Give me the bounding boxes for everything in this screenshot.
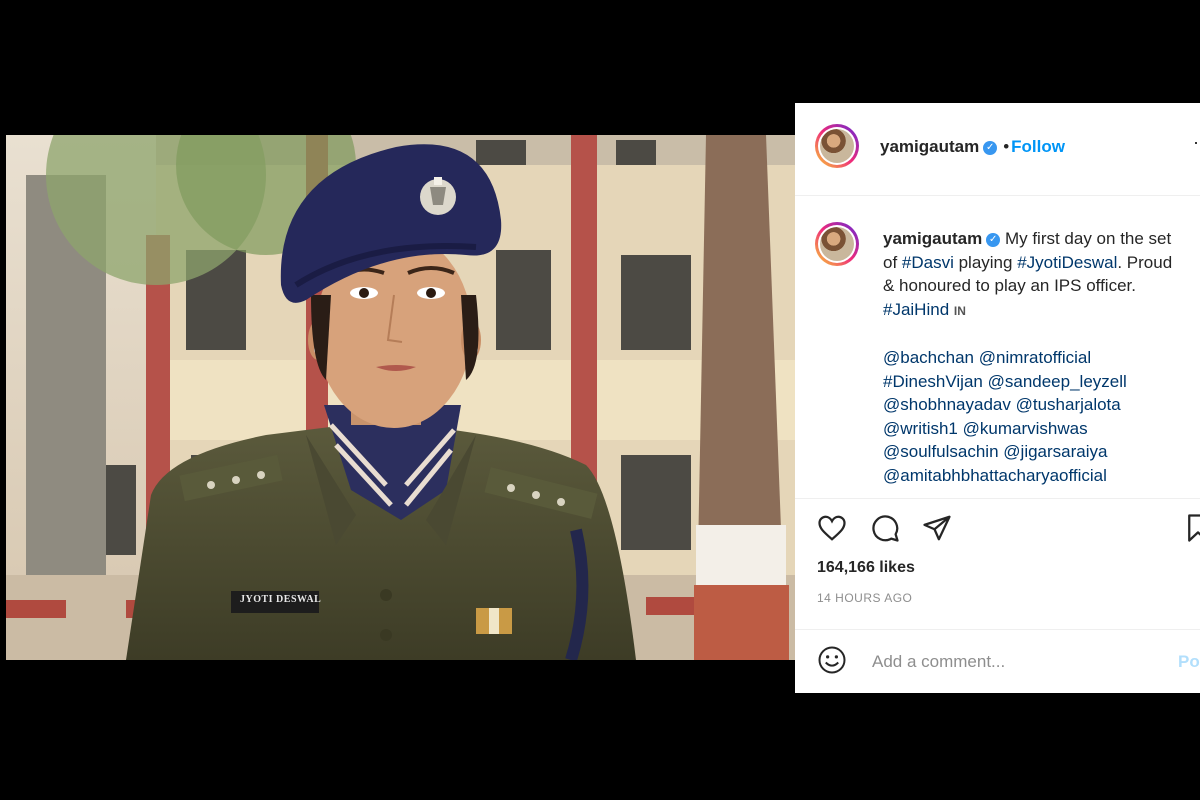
add-comment-bar: Po — [795, 629, 1200, 693]
caption-username-link[interactable]: yamigautam — [883, 229, 982, 248]
separator-dot: • — [1003, 137, 1010, 156]
avatar[interactable] — [815, 222, 859, 266]
mention-link[interactable]: @bachchan — [883, 348, 974, 367]
mention-link[interactable]: @amitabhbhattacharyaofficial — [883, 466, 1107, 485]
avatar[interactable] — [815, 124, 859, 168]
more-icon[interactable]: ⋯ — [1193, 133, 1200, 154]
verified-badge-icon: ✓ — [986, 232, 1001, 247]
verified-badge-icon: ✓ — [983, 140, 998, 155]
username-link[interactable]: yamigautam — [880, 137, 979, 156]
follow-button[interactable]: Follow — [1011, 137, 1065, 156]
flag-emoji: IN — [953, 303, 966, 318]
mention-link[interactable]: @kumarvishwas — [963, 419, 1088, 438]
share-icon[interactable] — [922, 513, 952, 543]
post-image[interactable]: JYOTI DESWAL — [6, 135, 795, 660]
name-badge-text: JYOTI DESWAL — [240, 594, 322, 605]
bookmark-icon[interactable] — [1183, 513, 1200, 543]
mentions-list: @bachchan @nimratofficial #DineshVijan @… — [883, 346, 1183, 487]
emoji-icon[interactable] — [817, 645, 847, 675]
mention-link[interactable]: #DineshVijan — [883, 372, 983, 391]
likes-count[interactable]: 164,166 likes — [817, 559, 915, 577]
caption-text-2: playing — [953, 252, 1018, 272]
mention-link[interactable]: @soulfulsachin — [883, 442, 999, 461]
post-header: yamigautam ✓ •Follow ⋯ — [795, 103, 1200, 196]
comment-input[interactable] — [870, 648, 1174, 676]
post-photo-illustration — [6, 135, 795, 660]
hashtag-dasvi[interactable]: #Dasvi — [902, 253, 954, 272]
comment-icon[interactable] — [870, 513, 900, 543]
post-caption: yamigautam ✓ My first day on the set of #… — [883, 227, 1183, 487]
post-timestamp[interactable]: 14 HOURS AGO — [817, 591, 912, 605]
mention-link[interactable]: @sandeep_leyzell — [988, 372, 1127, 391]
mention-link[interactable]: @shobhnayadav — [883, 395, 1011, 414]
action-bar — [795, 499, 1200, 549]
post-side-panel: yamigautam✓•Follow ⋯ yamigautam✓ My firs… — [795, 103, 1200, 693]
heart-icon[interactable] — [817, 513, 847, 543]
mention-link[interactable]: @tusharjalota — [1016, 395, 1121, 414]
mention-link[interactable]: @jigarsaraiya — [1003, 442, 1107, 461]
header-user-line: yamigautam ✓ • Follow — [880, 137, 1065, 157]
mention-link[interactable]: @nimratofficial — [979, 348, 1091, 367]
hashtag-jaihind[interactable]: #JaiHind — [883, 300, 949, 319]
post-comment-button[interactable]: Po — [1178, 652, 1200, 672]
mention-link[interactable]: @writish1 — [883, 419, 958, 438]
hashtag-jyotideswal[interactable]: #JyotiDeswal — [1017, 253, 1117, 272]
